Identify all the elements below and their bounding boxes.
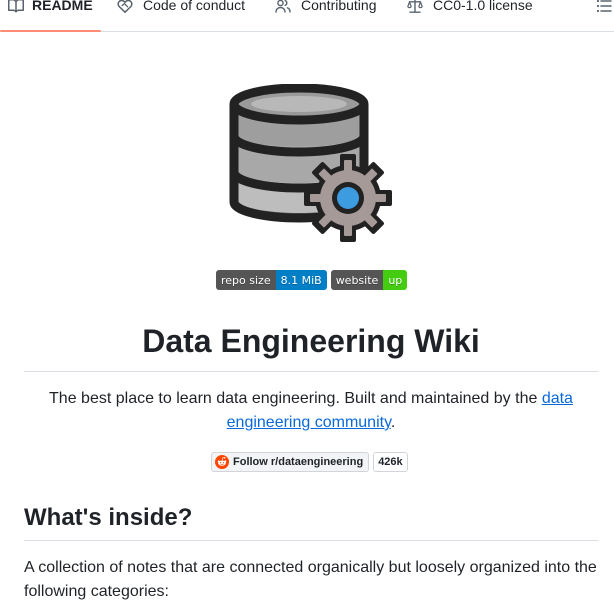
tab-contributing-label: Contributing [301, 0, 377, 13]
tab-readme[interactable]: README [0, 0, 101, 32]
badge-row: repo size 8.1 MiB website up [216, 270, 408, 290]
website-badge[interactable]: website up [330, 270, 408, 290]
repo-size-badge-label: repo size [216, 270, 276, 290]
tagline-suffix: . [390, 414, 396, 431]
list-unordered-icon[interactable] [596, 0, 612, 14]
tab-license[interactable]: CC0-1.0 license [407, 0, 533, 31]
reddit-follower-count: 426k [373, 452, 408, 472]
section-text: A collection of notes that are connected… [24, 559, 597, 600]
tagline-text: The best place to learn data engineering… [49, 390, 542, 407]
reddit-follow-badge[interactable]: Follow r/dataengineering 426k [211, 452, 408, 472]
tagline: The best place to learn data engineering… [24, 387, 598, 435]
website-badge-value: up [383, 270, 408, 290]
gear-icon [304, 154, 392, 242]
repo-size-badge[interactable]: repo size 8.1 MiB [216, 270, 327, 290]
reddit-icon [215, 455, 229, 469]
tab-readme-label: README [32, 0, 93, 13]
repo-size-badge-value: 8.1 MiB [275, 270, 327, 290]
tab-license-label: CC0-1.0 license [433, 0, 533, 13]
section-heading: What's inside? [24, 504, 193, 531]
book-icon [8, 0, 24, 13]
tab-contributing[interactable]: Contributing [275, 0, 377, 31]
tab-code-of-conduct-label: Code of conduct [143, 0, 245, 13]
database-gear-logo [229, 84, 392, 242]
section-divider [24, 540, 598, 541]
reddit-follow-button[interactable]: Follow r/dataengineering [211, 452, 370, 472]
title-divider [24, 371, 598, 372]
tab-code-of-conduct[interactable]: Code of conduct [117, 0, 245, 31]
website-badge-label: website [330, 270, 384, 290]
law-scale-icon [407, 0, 423, 13]
reddit-follow-label: Follow r/dataengineering [233, 456, 364, 468]
heart-handshake-icon [117, 0, 133, 13]
readme-tab-bar: README Code of conduct Contributing CC0-… [0, 0, 614, 32]
people-icon [275, 0, 291, 13]
page-title: Data Engineering Wiki [142, 323, 480, 359]
